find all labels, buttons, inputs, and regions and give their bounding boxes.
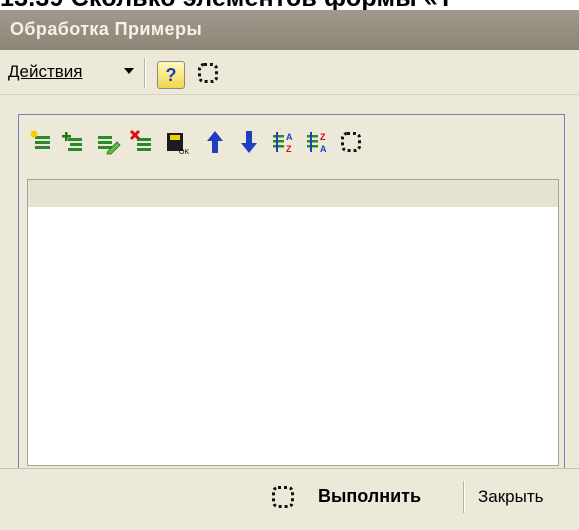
svg-text:Z: Z (286, 144, 292, 154)
title-bar[interactable]: Обработка Примеры (0, 10, 579, 50)
bottom-bar: Выполнить Закрыть (0, 468, 579, 530)
add-row-icon[interactable] (29, 129, 55, 155)
sort-ascending-icon[interactable]: A Z (271, 129, 297, 155)
table-panel: OK A Z Z A (18, 114, 565, 474)
table-toolbar: OK A Z Z A (19, 115, 564, 165)
svg-text:A: A (286, 132, 293, 142)
more-icon[interactable] (341, 132, 361, 152)
add-child-icon[interactable] (61, 129, 87, 155)
svg-text:A: A (320, 144, 327, 154)
processing-form-window: Обработка Примеры Действия ? OK A Z Z A … (0, 10, 579, 530)
actions-menu[interactable]: Действия (8, 62, 82, 82)
close-button[interactable]: Закрыть (478, 487, 543, 507)
delete-row-icon[interactable] (129, 129, 155, 155)
heading-text: 13.39 Сколько элементов формы «Т (0, 0, 453, 10)
run-button[interactable]: Выполнить (318, 486, 421, 507)
command-bar: Действия ? (0, 50, 579, 95)
move-up-icon[interactable] (202, 129, 228, 155)
separator (144, 58, 146, 88)
end-edit-icon[interactable]: OK (164, 129, 190, 155)
table-body[interactable] (27, 207, 559, 466)
separator (463, 481, 465, 513)
more-icon[interactable] (198, 63, 218, 83)
sort-descending-icon[interactable]: Z A (305, 129, 331, 155)
more-icon[interactable] (272, 486, 294, 508)
cut-off-heading: 13.39 Сколько элементов формы «Т (0, 0, 579, 10)
help-button[interactable]: ? (157, 61, 185, 89)
svg-text:OK: OK (179, 149, 189, 155)
move-down-icon[interactable] (236, 129, 262, 155)
svg-text:Z: Z (320, 132, 326, 142)
window-title: Обработка Примеры (10, 19, 203, 39)
edit-row-icon[interactable] (95, 129, 121, 155)
chevron-down-icon[interactable] (124, 68, 134, 74)
table-header (27, 179, 559, 209)
